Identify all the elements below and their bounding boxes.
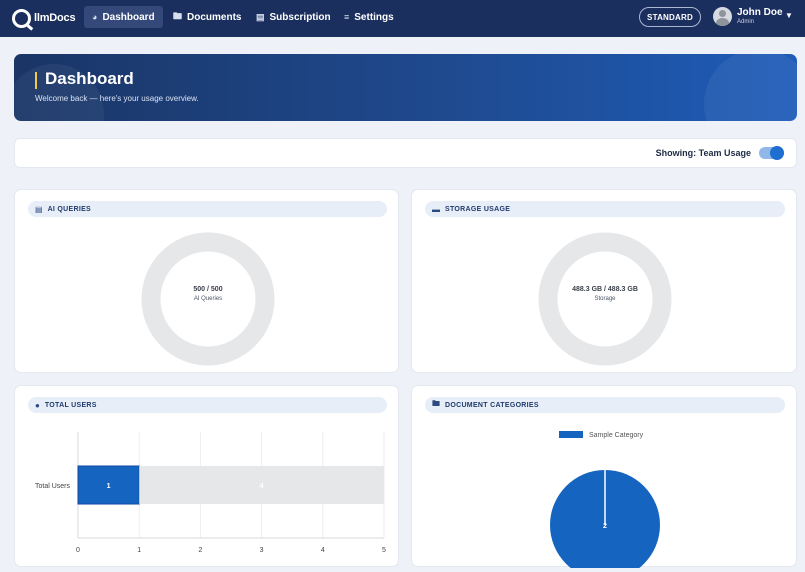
bar-data-label: 4 bbox=[260, 483, 264, 490]
legend-label: Sample Category bbox=[589, 432, 644, 439]
document-categories-card: 🖿 DOCUMENT CATEGORIES Sample Category 2 bbox=[411, 385, 797, 568]
nav-item-label: Settings bbox=[354, 11, 394, 23]
x-tick-label: 5 bbox=[382, 547, 386, 554]
document-categories-pie-chart: Sample Category 2 bbox=[550, 431, 660, 568]
dashboard-hero-banner: Dashboard Welcome back — here's your usa… bbox=[14, 54, 797, 121]
nav-item-settings[interactable]: ≡ Settings bbox=[336, 6, 402, 28]
nav-item-label: Subscription bbox=[269, 11, 331, 23]
user-name[interactable]: John Doe bbox=[737, 7, 783, 18]
y-category-label: Total Users bbox=[35, 483, 71, 490]
donut-value: 488.3 GB / 488.3 GB bbox=[572, 286, 638, 293]
storage-usage-card: ▬ STORAGE USAGE 488.3 GB / 488.3 GB Stor… bbox=[411, 189, 797, 373]
dashboard-icon: ◕ bbox=[92, 12, 98, 22]
chevron-down-icon[interactable]: ▼ bbox=[785, 11, 793, 20]
total-users-card: ● TOTAL USERS 0 1 2 3 4 5 Total Users 1 4 bbox=[14, 385, 399, 567]
logo-text: llmDocs bbox=[34, 12, 76, 24]
ai-queries-card: ▤ AI QUERIES 500 / 500 AI Queries bbox=[14, 189, 399, 373]
nav-item-dashboard[interactable]: ◕ Dashboard bbox=[84, 6, 163, 28]
x-tick-label: 1 bbox=[137, 547, 141, 554]
legend-swatch bbox=[559, 431, 583, 438]
usage-filter-bar: Showing: Team Usage bbox=[14, 138, 797, 168]
x-tick-label: 3 bbox=[260, 547, 264, 554]
page-title: Dashboard bbox=[45, 69, 134, 88]
team-usage-toggle[interactable] bbox=[759, 146, 784, 160]
x-tick-label: 2 bbox=[198, 547, 202, 554]
app-logo[interactable]: llmDocs bbox=[12, 7, 76, 29]
x-tick-label: 4 bbox=[321, 547, 325, 554]
pie-data-label: 2 bbox=[603, 523, 607, 530]
sliders-icon: ≡ bbox=[344, 12, 350, 22]
nav-item-subscription[interactable]: ▤ Subscription bbox=[248, 6, 339, 28]
ai-queries-donut bbox=[141, 232, 275, 366]
folder-icon: 🖿 bbox=[173, 11, 183, 21]
nav-item-label: Dashboard bbox=[102, 11, 155, 23]
nav-item-label: Documents bbox=[187, 11, 242, 23]
receipt-icon: ▤ bbox=[256, 11, 265, 22]
hero-accent-bar bbox=[35, 72, 37, 89]
user-avatar[interactable] bbox=[713, 7, 732, 26]
nav-item-documents[interactable]: 🖿 Documents bbox=[165, 6, 249, 28]
donut-caption: AI Queries bbox=[193, 296, 223, 302]
user-role: Admin bbox=[737, 19, 755, 25]
top-navbar: llmDocs ◕ Dashboard 🖿 Documents ▤ Subscr… bbox=[0, 0, 805, 37]
donut-caption: Storage bbox=[594, 296, 616, 302]
total-users-bar-chart: 0 1 2 3 4 5 Total Users 1 4 bbox=[35, 432, 386, 554]
x-tick-label: 0 bbox=[76, 547, 80, 554]
donut-value: 500 / 500 bbox=[193, 286, 223, 293]
storage-donut bbox=[538, 232, 672, 366]
logo-mark-icon bbox=[12, 8, 31, 28]
plan-badge[interactable]: STANDARD bbox=[639, 7, 701, 27]
bar-data-label: 1 bbox=[107, 483, 111, 490]
page-subtitle: Welcome back — here's your usage overvie… bbox=[35, 94, 199, 103]
usage-scope-label: Showing: Team Usage bbox=[655, 148, 751, 158]
